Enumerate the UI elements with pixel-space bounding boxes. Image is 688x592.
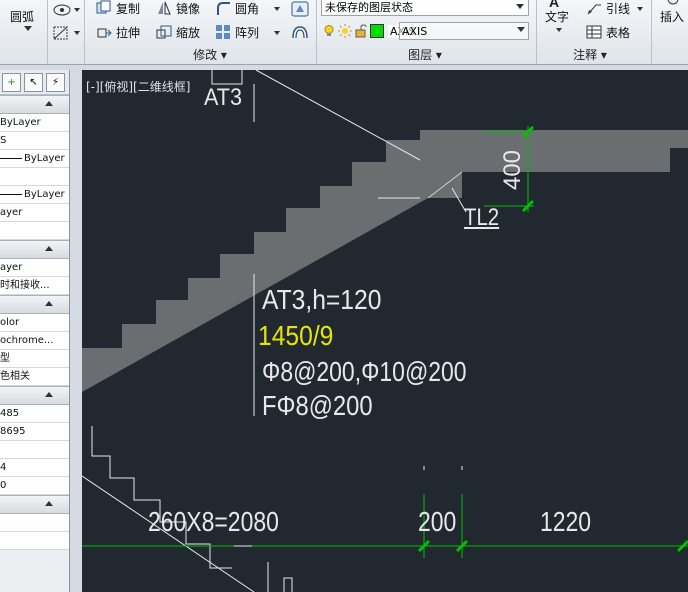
palette-section-view[interactable]: [0, 386, 69, 405]
layer-state-dropdown[interactable]: 未保存的图层状态: [321, 0, 529, 16]
mirror-button[interactable]: 镜像: [156, 0, 200, 18]
property-row[interactable]: [0, 168, 69, 186]
at3-h-label: AT3,h=120: [262, 284, 382, 315]
modify-group-label[interactable]: 修改 ▾: [180, 46, 240, 62]
property-row[interactable]: ayer: [0, 204, 69, 222]
property-row[interactable]: ByLayer: [0, 114, 69, 132]
ribbon-separator: [84, 0, 85, 64]
ribbon: 圆弧 复制 镜像 圆角 拉伸 缩放 阵列 修改 ▾ 未保存的图层状态 AXIS …: [0, 0, 688, 65]
property-row[interactable]: ayer: [0, 259, 69, 277]
annotation-group-label[interactable]: 注释 ▾: [565, 46, 615, 62]
collapse-icon: [45, 301, 53, 306]
layer-dropdown-arrow-icon: [517, 27, 525, 32]
ribbon-separator: [536, 0, 537, 64]
sun-icon: [338, 24, 352, 38]
viewport-controls-label[interactable]: [-][俯视][二维线框]: [86, 78, 190, 95]
leader-dropdown-icon[interactable]: [637, 7, 643, 11]
region-dropdown-icon[interactable]: [74, 31, 80, 35]
palette-section-plot[interactable]: [0, 295, 69, 314]
mirror-icon: [156, 0, 172, 16]
drawing-canvas[interactable]: [-][俯视][二维线框] AT3 TL2 400 AT3,h=120 1450…: [82, 70, 688, 592]
text-dropdown-icon[interactable]: [556, 28, 562, 32]
array-icon: [215, 24, 231, 40]
property-row[interactable]: [0, 222, 69, 240]
dim-1220-label: 1220: [540, 506, 592, 537]
fillet-dropdown-icon[interactable]: [274, 7, 280, 11]
layer-state-dropdown-arrow-icon: [516, 4, 524, 9]
ribbon-separator: [47, 0, 48, 64]
lightbulb-icon: [324, 25, 334, 37]
property-row[interactable]: 8695: [0, 423, 69, 441]
select-objects-icon[interactable]: ↖: [24, 72, 43, 92]
palette-section-misc[interactable]: [0, 495, 69, 514]
stretch-button[interactable]: 拉伸: [96, 22, 140, 42]
stair-slab: [82, 130, 688, 392]
ribbon-separator: [316, 0, 317, 64]
toggle-pickadd-icon[interactable]: +: [2, 72, 21, 92]
property-row[interactable]: ochrome...: [0, 332, 69, 350]
insert-button[interactable]: 插入: [660, 6, 684, 26]
copy-icon: [96, 0, 112, 16]
property-row[interactable]: S: [0, 132, 69, 150]
property-row[interactable]: 时和接收...: [0, 277, 69, 295]
text-button[interactable]: 文字: [545, 6, 569, 26]
palette-section-general[interactable]: [0, 95, 69, 114]
unlock-icon: [355, 24, 367, 38]
collapse-icon: [45, 392, 53, 397]
collapse-icon: [45, 501, 53, 506]
insert-icon[interactable]: [666, 0, 680, 5]
array-dropdown-icon[interactable]: [274, 31, 280, 35]
array-button[interactable]: 阵列: [215, 22, 259, 42]
leader-icon: [586, 0, 602, 16]
copy-button[interactable]: 复制: [96, 0, 140, 18]
at3-top-label: AT3: [204, 84, 243, 111]
property-row[interactable]: [0, 514, 69, 532]
property-row[interactable]: 485: [0, 405, 69, 423]
rebar-f-label: FΦ8@200: [262, 390, 373, 421]
edit-extra-icon[interactable]: [290, 0, 310, 18]
property-row[interactable]: ByLayer: [0, 186, 69, 204]
orbit-icon[interactable]: [52, 2, 72, 18]
dim-400-label: 400: [499, 149, 526, 191]
dim-2080-label: 260X8=2080: [148, 506, 279, 537]
scale-icon: [156, 24, 172, 40]
tl2-label: TL2: [464, 204, 500, 231]
offset-icon[interactable]: [290, 23, 310, 41]
orbit-dropdown-icon[interactable]: [74, 8, 80, 12]
collapse-icon: [45, 101, 53, 106]
property-row[interactable]: 0: [0, 477, 69, 495]
region-icon[interactable]: [52, 24, 70, 42]
property-row[interactable]: 色相关: [0, 368, 69, 386]
property-row[interactable]: [0, 441, 69, 459]
layer-color-swatch: [370, 24, 384, 38]
leader-button[interactable]: 引线: [586, 0, 630, 18]
property-row[interactable]: ByLayer: [0, 150, 69, 168]
properties-palette: + ↖ ⚡ ByLayer S ByLayer ByLayer ayer aye…: [0, 70, 70, 592]
arc-label: 圆弧: [10, 9, 35, 24]
arc-button[interactable]: 圆弧: [10, 6, 34, 26]
property-row[interactable]: 型: [0, 350, 69, 368]
quick-select-icon[interactable]: ⚡: [46, 72, 65, 92]
palette-toolbar: + ↖ ⚡: [0, 70, 69, 95]
ribbon-separator: [651, 0, 652, 64]
table-icon: [586, 24, 602, 40]
layer-dropdown-text[interactable]: AXIS: [399, 22, 529, 40]
palette-section-3d[interactable]: [0, 240, 69, 259]
layers-group-label[interactable]: 图层 ▾: [395, 46, 455, 62]
collapse-icon: [45, 246, 53, 251]
stretch-icon: [96, 24, 112, 40]
ratio-label: 1450/9: [258, 320, 334, 351]
arc-dropdown-icon[interactable]: [24, 26, 32, 31]
rebar-label: Φ8@200,Φ10@200: [262, 356, 467, 387]
fillet-button[interactable]: 圆角: [215, 0, 259, 18]
scale-button[interactable]: 缩放: [156, 22, 200, 42]
property-row[interactable]: olor: [0, 314, 69, 332]
dim-200-label: 200: [418, 506, 457, 537]
table-button[interactable]: 表格: [586, 22, 630, 42]
property-row[interactable]: 4: [0, 459, 69, 477]
fillet-icon: [215, 0, 231, 16]
palette-gap: [70, 70, 82, 592]
property-row[interactable]: [0, 532, 69, 550]
